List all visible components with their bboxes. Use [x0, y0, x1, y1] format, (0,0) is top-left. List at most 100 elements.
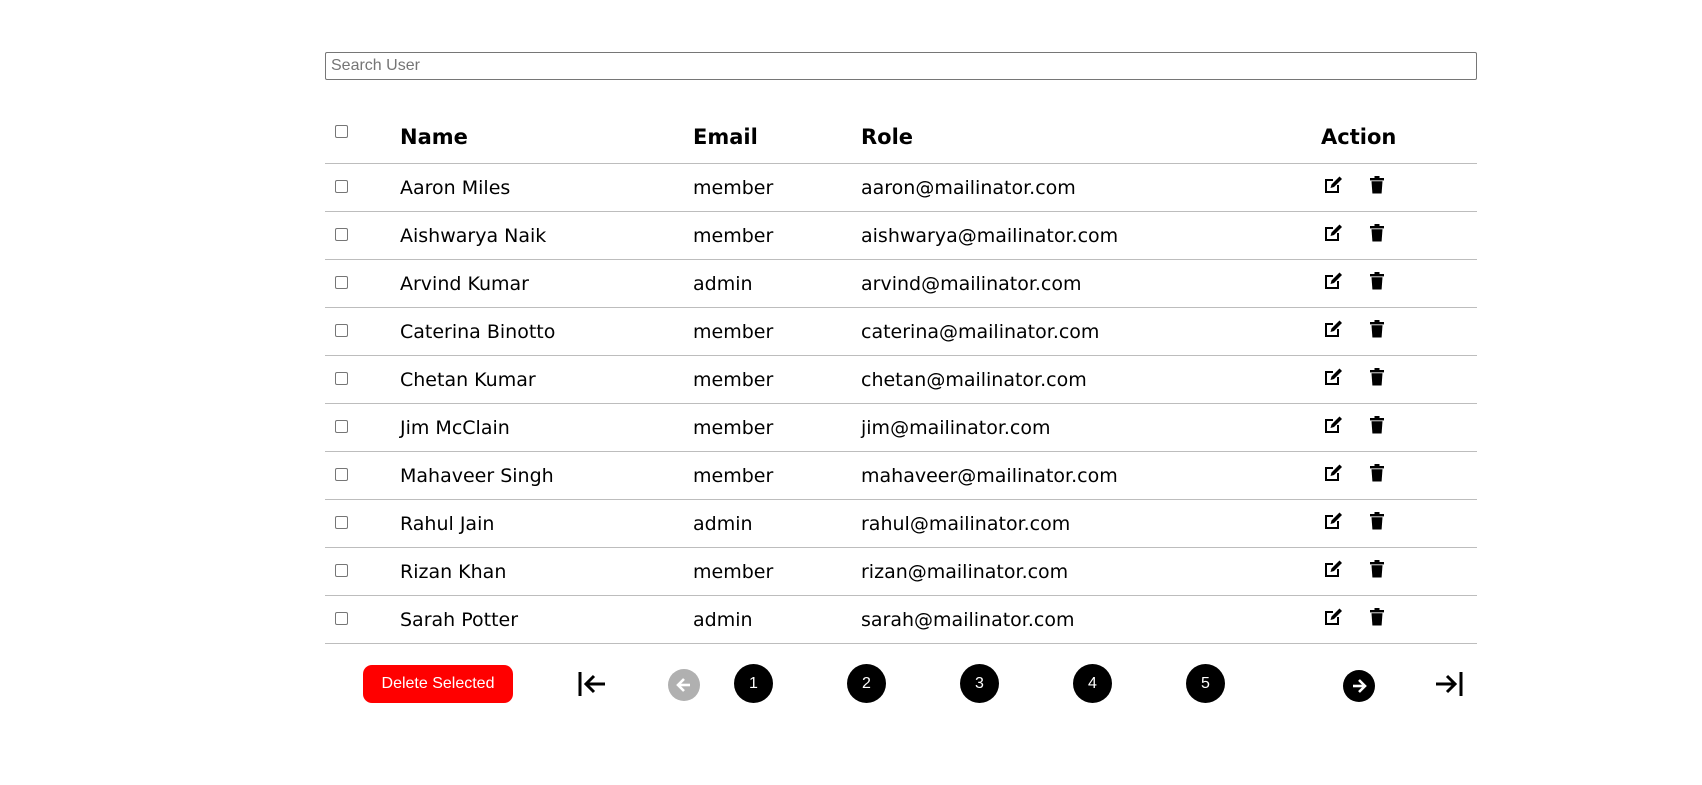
table-row: Caterina Binotto member caterina@mailinato… [325, 307, 1477, 356]
table-row: Rizan Khan member rizan@mailinator.com [325, 547, 1477, 596]
edit-icon[interactable] [1322, 606, 1344, 628]
cell-action [1321, 163, 1477, 212]
cell-name: Rizan Khan [400, 547, 693, 596]
page-button-1[interactable]: 1 [734, 664, 773, 703]
cell-name: Rahul Jain [400, 499, 693, 548]
column-header-name[interactable]: Name [400, 111, 693, 164]
row-checkbox[interactable] [335, 371, 348, 385]
select-all-checkbox[interactable] [335, 125, 348, 138]
trash-icon[interactable] [1366, 462, 1388, 484]
row-checkbox[interactable] [335, 563, 348, 577]
table-header-row: Name Email Role Action [325, 111, 1477, 164]
cell-role: chetan@mailinator.com [861, 355, 1321, 404]
cell-action [1321, 259, 1477, 308]
cell-name: Arvind Kumar [400, 259, 693, 308]
cell-email: admin [693, 595, 861, 644]
cell-name: Mahaveer Singh [400, 451, 693, 500]
cell-name: Caterina Binotto [400, 307, 693, 356]
cell-action [1321, 499, 1477, 548]
cell-name: Jim McClain [400, 403, 693, 452]
table-row: Aishwarya Naik member aishwarya@mailinator… [325, 211, 1477, 260]
row-checkbox[interactable] [335, 467, 348, 481]
edit-icon[interactable] [1322, 558, 1344, 580]
cell-action [1321, 403, 1477, 452]
row-checkbox[interactable] [335, 515, 348, 529]
last-page-icon[interactable] [1434, 670, 1464, 702]
cell-role: aaron@mailinator.com [861, 163, 1321, 212]
page-button-2[interactable]: 2 [847, 664, 886, 703]
page-button-4[interactable]: 4 [1073, 664, 1112, 703]
search-input[interactable] [325, 52, 1477, 80]
row-checkbox[interactable] [335, 611, 348, 625]
row-checkbox[interactable] [335, 419, 348, 433]
first-page-icon[interactable] [577, 670, 607, 702]
trash-icon[interactable] [1366, 510, 1388, 532]
cell-role: rizan@mailinator.com [861, 547, 1321, 596]
cell-role: mahaveer@mailinator.com [861, 451, 1321, 500]
cell-name: Sarah Potter [400, 595, 693, 644]
page-button-3[interactable]: 3 [960, 664, 999, 703]
cell-action [1321, 595, 1477, 644]
column-header-email[interactable]: Email [693, 111, 861, 164]
table-row: Arvind Kumar admin arvind@mailinator.com [325, 259, 1477, 308]
trash-icon[interactable] [1366, 606, 1388, 628]
edit-icon[interactable] [1322, 270, 1344, 292]
trash-icon[interactable] [1366, 366, 1388, 388]
cell-email: admin [693, 499, 861, 548]
table-row: Sarah Potter admin sarah@mailinator.com [325, 595, 1477, 644]
cell-email: member [693, 403, 861, 452]
column-header-action: Action [1321, 111, 1477, 164]
table-row: Jim McClain member jim@mailinator.com [325, 403, 1477, 452]
user-management-panel: Name Email Role Action Aaron Milesmember… [325, 52, 1477, 703]
row-checkbox[interactable] [335, 275, 348, 289]
edit-icon[interactable] [1322, 510, 1344, 532]
table-row: Rahul Jain admin rahul@mailinator.com [325, 499, 1477, 548]
edit-icon[interactable] [1322, 366, 1344, 388]
cell-action [1321, 307, 1477, 356]
previous-page-icon[interactable] [668, 669, 700, 701]
cell-email: member [693, 307, 861, 356]
cell-email: member [693, 163, 861, 212]
edit-icon[interactable] [1322, 462, 1344, 484]
cell-email: member [693, 355, 861, 404]
cell-email: member [693, 451, 861, 500]
column-header-role[interactable]: Role [861, 111, 1321, 164]
cell-action [1321, 547, 1477, 596]
cell-name: Aishwarya Naik [400, 211, 693, 260]
cell-role: jim@mailinator.com [861, 403, 1321, 452]
trash-icon[interactable] [1366, 174, 1388, 196]
cell-role: aishwarya@mailinator.com [861, 211, 1321, 260]
row-checkbox[interactable] [335, 323, 348, 337]
cell-role: sarah@mailinator.com [861, 595, 1321, 644]
cell-email: member [693, 547, 861, 596]
edit-icon[interactable] [1322, 318, 1344, 340]
trash-icon[interactable] [1366, 270, 1388, 292]
trash-icon[interactable] [1366, 222, 1388, 244]
edit-icon[interactable] [1322, 174, 1344, 196]
row-checkbox[interactable] [335, 179, 348, 193]
cell-role: arvind@mailinator.com [861, 259, 1321, 308]
cell-name: Chetan Kumar [400, 355, 693, 404]
table-row: Chetan Kumar member chetan@mailinator.com [325, 355, 1477, 404]
users-table: Name Email Role Action Aaron Miles member… [325, 111, 1477, 644]
trash-icon[interactable] [1366, 318, 1388, 340]
next-page-icon[interactable] [1343, 670, 1375, 702]
edit-icon[interactable] [1322, 222, 1344, 244]
cell-role: caterina@mailinator.com [861, 307, 1321, 356]
trash-icon[interactable] [1366, 414, 1388, 436]
cell-role: rahul@mailinator.com [861, 499, 1321, 548]
delete-selected-button[interactable]: Delete Selected [363, 665, 513, 703]
page-button-5[interactable]: 5 [1186, 664, 1225, 703]
cell-action [1321, 211, 1477, 260]
cell-email: admin [693, 259, 861, 308]
cell-name: Aaron Miles [400, 163, 693, 212]
table-row: Mahaveer Singh member mahaveer@mailinator.… [325, 451, 1477, 500]
trash-icon[interactable] [1366, 558, 1388, 580]
pagination-bar: Delete Selected 1 2 3 4 5 [325, 663, 1477, 707]
cell-action [1321, 355, 1477, 404]
edit-icon[interactable] [1322, 414, 1344, 436]
cell-email: member [693, 211, 861, 260]
row-checkbox[interactable] [335, 227, 348, 241]
cell-action [1321, 451, 1477, 500]
table-row: Aaron Miles member aaron@mailinator.com [325, 163, 1477, 212]
